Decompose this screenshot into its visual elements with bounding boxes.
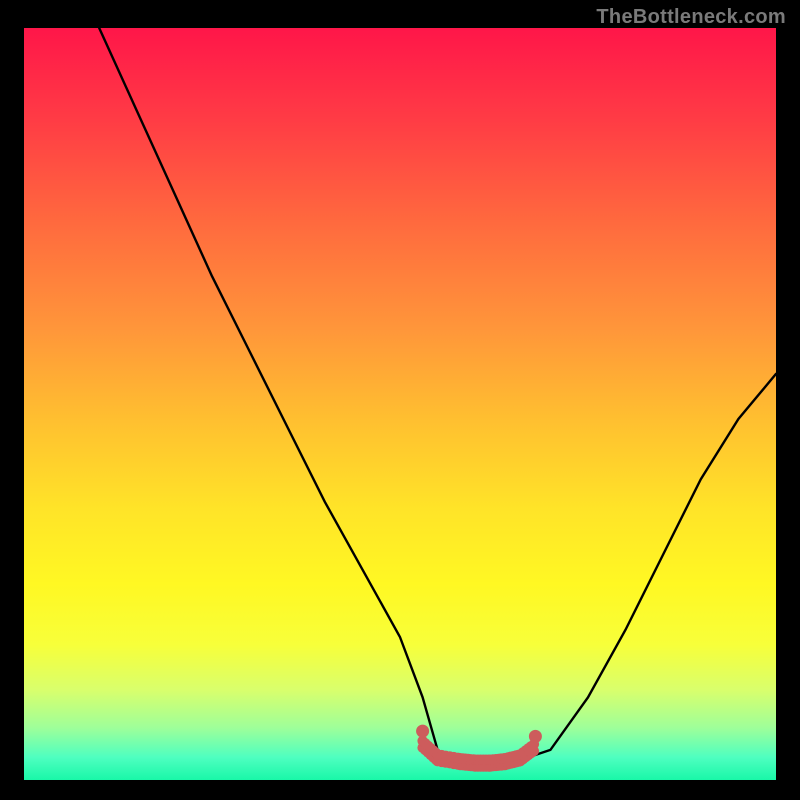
- watermark-text: TheBottleneck.com: [596, 6, 786, 29]
- chart-area: [24, 28, 776, 780]
- chart-svg: [24, 28, 776, 780]
- bottleneck-curve: [99, 28, 776, 765]
- optimal-zone-end-dot: [416, 725, 429, 738]
- optimal-zone-end-dot: [529, 730, 542, 743]
- stage: TheBottleneck.com: [0, 0, 800, 800]
- optimal-zone-dots: [416, 725, 542, 772]
